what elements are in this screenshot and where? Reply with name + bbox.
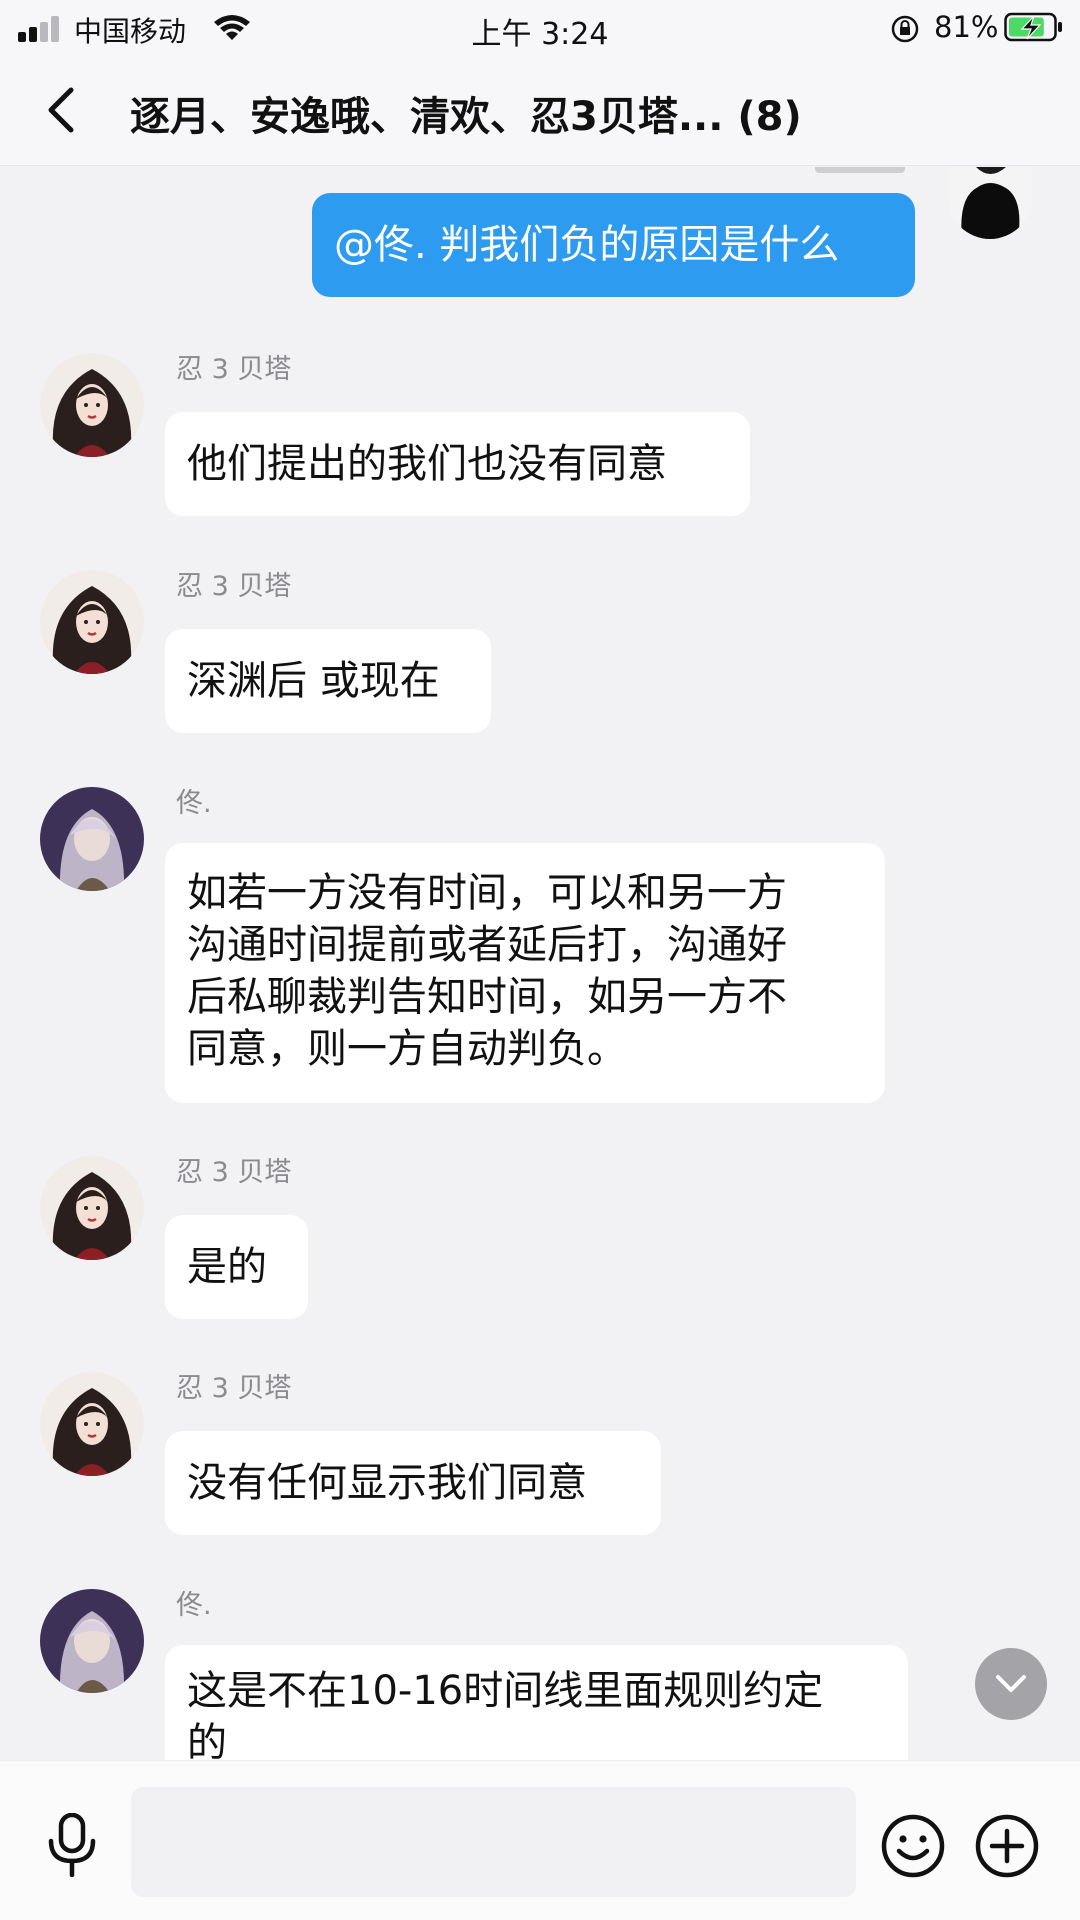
sender-avatar[interactable] (40, 787, 144, 891)
sender-name: 忍 3 贝塔 (176, 1373, 292, 1404)
message-input[interactable] (131, 1787, 856, 1897)
input-bar (0, 1760, 1080, 1920)
message-bubble[interactable]: 他们提出的我们也没有同意 (165, 412, 750, 516)
message-text-line: 同意，则一方自动判负。 (187, 1026, 627, 1072)
group-chat-title[interactable]: 逐月、安逸哦、清欢、忍3贝塔... (8) (130, 84, 1030, 142)
chat-message-list[interactable]: @佟. 判我们负的原因是什么 忍 3 贝塔 他们提出的我们也没有同意 忍 3 贝塔… (0, 167, 1080, 1760)
message-text-line: 如若一方没有时间，可以和另一方 (187, 870, 787, 916)
message-bubble[interactable]: 这是不在10-16时间线里面规则约定的 (165, 1645, 908, 1760)
message-text-line: 沟通时间提前或者延后打，沟通好 (187, 922, 787, 968)
message-bubble[interactable]: 深渊后 或现在 (165, 629, 491, 733)
self-avatar[interactable] (948, 167, 1032, 239)
scroll-to-bottom-button[interactable] (975, 1648, 1047, 1720)
battery-charging-icon (1004, 12, 1062, 42)
message-text-line: 是的 (187, 1244, 267, 1290)
sender-avatar[interactable] (40, 1156, 144, 1260)
sender-name: 忍 3 贝塔 (176, 354, 292, 385)
emoji-icon[interactable] (880, 1813, 946, 1879)
sender-avatar[interactable] (40, 1372, 144, 1476)
battery-percent: 81% (934, 10, 999, 44)
sender-name: 忍 3 贝塔 (176, 571, 292, 602)
clipped-sender-name (815, 167, 905, 173)
message-text-line: 没有任何显示我们同意 (187, 1460, 587, 1506)
sender-name: 佟. (176, 1590, 212, 1621)
message-bubble[interactable]: 是的 (165, 1215, 308, 1319)
sender-name: 忍 3 贝塔 (176, 1157, 292, 1188)
sender-avatar[interactable] (40, 1589, 144, 1693)
message-bubble[interactable]: 没有任何显示我们同意 (165, 1431, 661, 1535)
nav-bar: 逐月、安逸哦、清欢、忍3贝塔... (8) (0, 56, 1080, 166)
sender-avatar[interactable] (40, 353, 144, 457)
sender-name: 佟. (176, 788, 212, 819)
status-bar: 中国移动 上午 3:24 81% (0, 0, 1080, 56)
message-text-line: 后私聊裁判告知时间，如另一方不 (187, 974, 787, 1020)
plus-icon[interactable] (974, 1813, 1040, 1879)
message-text-line: 他们提出的我们也没有同意 (187, 441, 667, 487)
chevron-left-icon (48, 87, 74, 133)
back-button[interactable] (32, 82, 88, 138)
self-message-bubble[interactable]: @佟. 判我们负的原因是什么 (312, 193, 915, 297)
message-bubble[interactable]: 如若一方没有时间，可以和另一方 沟通时间提前或者延后打，沟通好 后私聊裁判告知时间，… (165, 843, 885, 1103)
message-text-line: 这是不在10-16时间线里面规则约定 (187, 1668, 824, 1714)
sender-avatar[interactable] (40, 570, 144, 674)
microphone-icon[interactable] (44, 1813, 100, 1877)
message-text-line: 深渊后 或现在 (187, 658, 440, 704)
chevron-down-icon (996, 1675, 1026, 1692)
message-text-line: 的 (187, 1720, 227, 1760)
rotation-lock-icon (891, 15, 919, 43)
